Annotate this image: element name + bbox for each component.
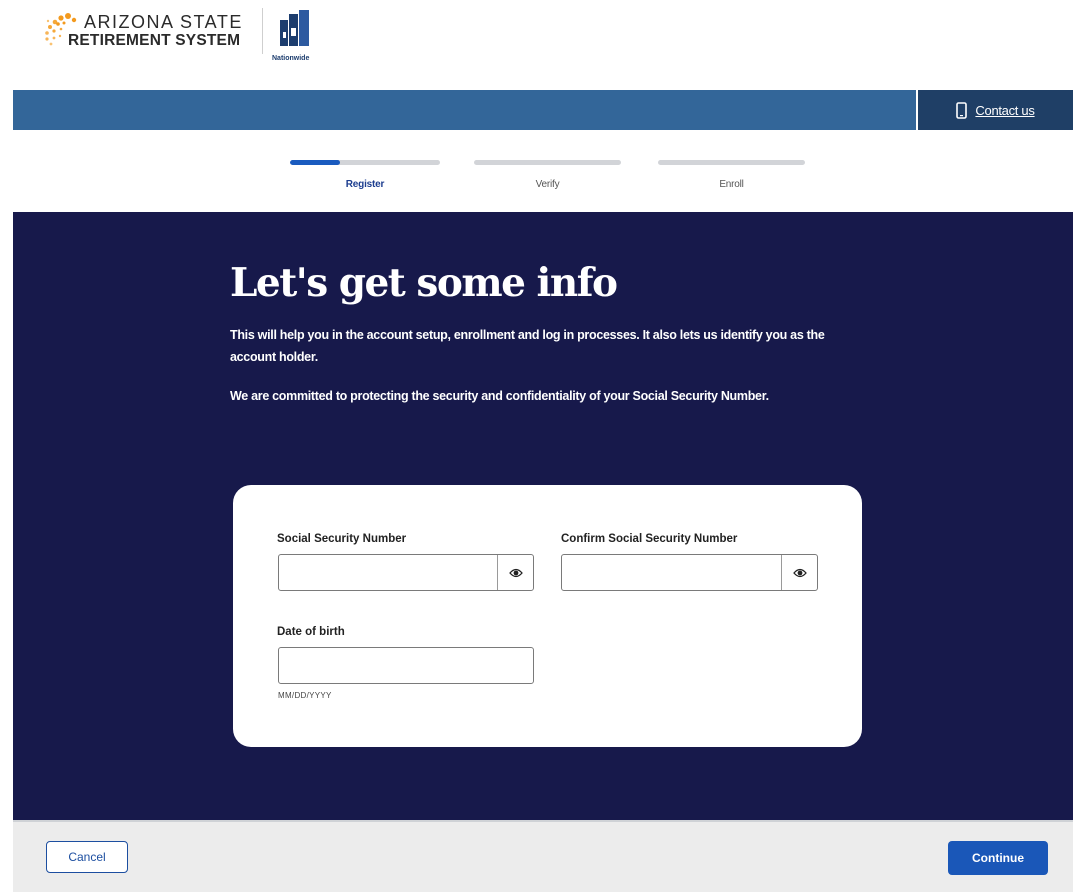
- dob-input[interactable]: [279, 648, 533, 683]
- info-form-card: Social Security Number Confirm Social Se…: [233, 485, 862, 747]
- continue-button[interactable]: Continue: [948, 841, 1048, 875]
- cancel-button[interactable]: Cancel: [46, 841, 128, 873]
- dob-label: Date of birth: [277, 626, 345, 638]
- asrs-logo-line1: ARIZONA STATE: [84, 12, 243, 32]
- intro-paragraph: This will help you in the account setup,…: [230, 328, 825, 364]
- step-register-bar: [290, 160, 440, 165]
- step-enroll-label: Enroll: [719, 179, 744, 190]
- top-nav-bar: Contact us: [13, 90, 1073, 130]
- nationwide-logo[interactable]: Nationwide: [268, 8, 328, 64]
- page: ARIZONA STATE RETIREMENT SYSTEM Nationwi…: [0, 0, 1081, 892]
- hero-section: Let's get some info This will help you i…: [13, 212, 1073, 820]
- dob-field: [278, 647, 534, 684]
- step-verify-label: Verify: [535, 179, 560, 190]
- security-paragraph: We are committed to protecting the secur…: [230, 389, 769, 403]
- confirm-ssn-input[interactable]: [562, 555, 781, 590]
- contact-us-label: Contact us: [975, 102, 1035, 118]
- step-register: Register: [290, 160, 440, 190]
- step-verify-bar: [474, 160, 621, 165]
- dob-format-hint: MM/DD/YYYY: [278, 691, 332, 700]
- ssn-label: Social Security Number: [277, 533, 407, 545]
- ssn-input[interactable]: [279, 555, 497, 590]
- step-verify: Verify: [474, 160, 621, 190]
- nationwide-logo-text: Nationwide: [272, 55, 310, 62]
- ssn-field: [278, 554, 534, 591]
- footer-action-bar: Cancel Continue: [13, 820, 1073, 892]
- step-enroll: Enroll: [658, 160, 805, 190]
- step-register-label: Register: [345, 179, 385, 190]
- ssn-show-button[interactable]: [497, 555, 533, 590]
- asrs-logo[interactable]: ARIZONA STATE RETIREMENT SYSTEM: [44, 10, 259, 55]
- progress-stepper: Register Verify Enroll: [0, 130, 1081, 212]
- confirm-ssn-show-button[interactable]: [781, 555, 817, 590]
- contact-us-link[interactable]: Contact us: [916, 90, 1073, 130]
- step-register-fill: [290, 160, 340, 165]
- page-title: Let's get some info: [230, 260, 618, 306]
- confirm-ssn-field: [561, 554, 818, 591]
- asrs-logo-line2: RETIREMENT SYSTEM: [68, 32, 241, 49]
- logo-divider: [262, 8, 263, 54]
- site-header: ARIZONA STATE RETIREMENT SYSTEM Nationwi…: [0, 0, 1081, 90]
- eye-icon: [792, 568, 807, 577]
- eye-icon: [508, 568, 523, 577]
- nationwide-building-icon: [280, 10, 309, 46]
- mobile-phone-icon: [956, 101, 968, 119]
- step-enroll-bar: [658, 160, 805, 165]
- confirm-ssn-label: Confirm Social Security Number: [561, 533, 738, 545]
